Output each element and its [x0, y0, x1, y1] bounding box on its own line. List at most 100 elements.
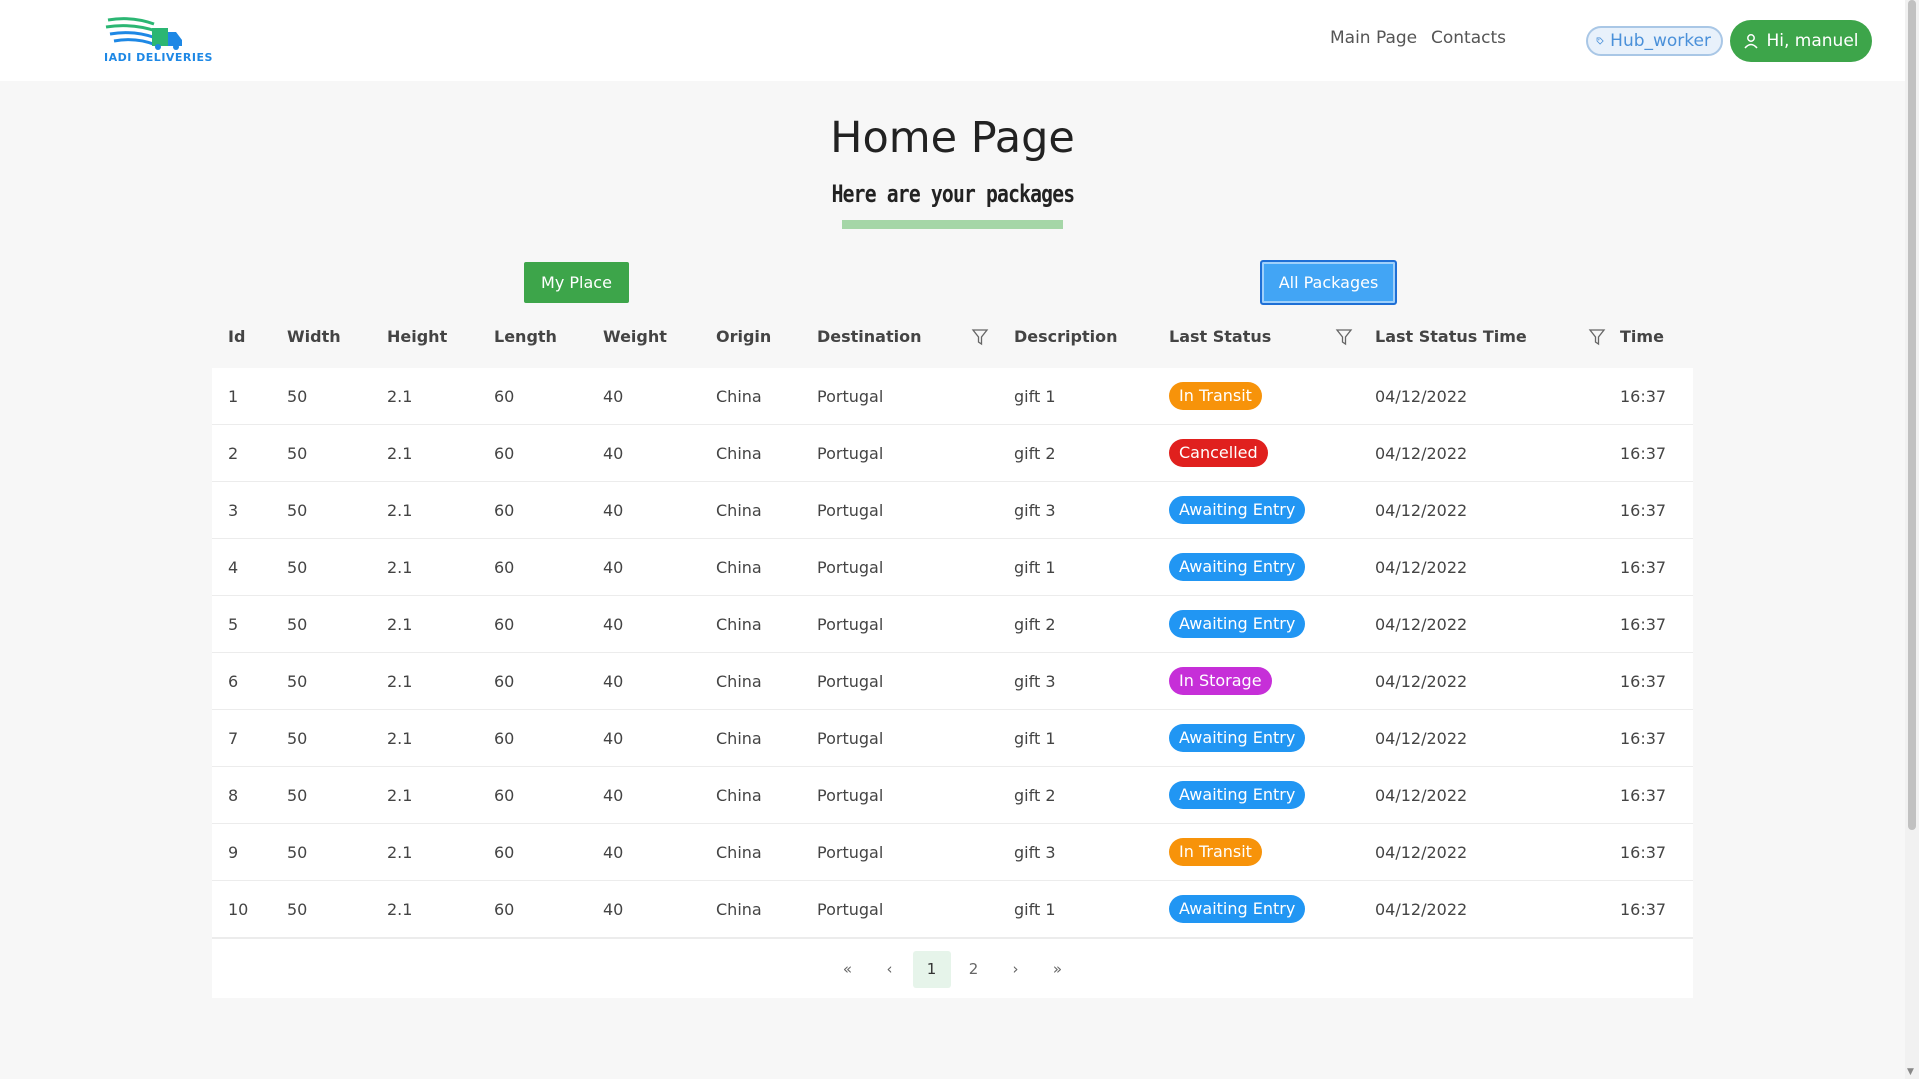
cell-origin: China [716, 652, 817, 710]
cell-id: 2 [212, 424, 287, 482]
cell-destination: Portugal [817, 424, 1014, 482]
status-badge: Awaiting Entry [1169, 724, 1306, 752]
cell-width: 50 [287, 368, 387, 425]
table-row[interactable]: 9 50 2.1 60 40 China Portugal gift 3 In Transit 0… [212, 823, 1693, 881]
scroll-down-icon[interactable]: ▼ [1907, 1067, 1914, 1077]
role-badge[interactable]: Hub_worker [1586, 26, 1723, 56]
table-row[interactable]: 4 50 2.1 60 40 China Portugal gift 1 Awaiting En… [212, 538, 1693, 596]
my-place-button[interactable]: My Place [524, 262, 629, 303]
table-row[interactable]: 3 50 2.1 60 40 China Portugal gift 3 Awaiting En… [212, 481, 1693, 539]
cell-status: Awaiting Entry [1169, 709, 1375, 767]
top-navbar: IADI DELIVERIES Main Page Contacts Hub_w… [0, 0, 1905, 81]
table-row[interactable]: 1 50 2.1 60 40 China Portugal gift 1 In Transit 0… [212, 368, 1693, 425]
cell-status: In Transit [1169, 368, 1375, 425]
cell-destination: Portugal [817, 481, 1014, 539]
table-row[interactable]: 6 50 2.1 60 40 China Portugal gift 3 In Storage 0… [212, 652, 1693, 710]
table-row[interactable]: 2 50 2.1 60 40 China Portugal gift 2 Cancelled 04… [212, 424, 1693, 482]
cell-time: 16:37 [1620, 481, 1693, 539]
page-1-button[interactable]: 1 [912, 950, 951, 988]
cell-status-time: 04/12/2022 [1375, 481, 1620, 539]
cell-status: Awaiting Entry [1169, 880, 1375, 938]
cell-weight: 40 [603, 481, 716, 539]
cell-status: Awaiting Entry [1169, 538, 1375, 596]
packages-table: Id Width Height Length Weight Origin Des… [212, 305, 1693, 938]
cell-height: 2.1 [387, 595, 494, 653]
cell-time: 16:37 [1620, 652, 1693, 710]
cell-description: gift 2 [1014, 424, 1169, 482]
cell-origin: China [716, 709, 817, 767]
first-page-icon[interactable]: « [829, 951, 867, 988]
packages-table-card: Id Width Height Length Weight Origin Des… [212, 305, 1693, 998]
cell-time: 16:37 [1620, 368, 1693, 425]
cell-description: gift 1 [1014, 538, 1169, 596]
scrollbar-thumb[interactable] [1908, 0, 1916, 830]
cell-id: 6 [212, 652, 287, 710]
destination-filter-icon[interactable] [971, 328, 989, 346]
cell-weight: 40 [603, 538, 716, 596]
table-row[interactable]: 7 50 2.1 60 40 China Portugal gift 1 Awaiting En… [212, 709, 1693, 767]
status-badge: Cancelled [1169, 439, 1268, 467]
user-menu-button[interactable]: Hi, manuel [1730, 20, 1872, 62]
cell-origin: China [716, 481, 817, 539]
cell-height: 2.1 [387, 709, 494, 767]
header-origin[interactable]: Origin [716, 305, 817, 368]
last-status-filter-icon[interactable] [1335, 328, 1353, 346]
pagination: « ‹ 1 2 › » [212, 938, 1693, 999]
header-weight[interactable]: Weight [603, 305, 716, 368]
header-description[interactable]: Description [1014, 305, 1169, 368]
header-length[interactable]: Length [494, 305, 603, 368]
cell-height: 2.1 [387, 538, 494, 596]
header-time[interactable]: Time [1620, 305, 1693, 368]
header-last-status-label[interactable]: Last Status [1169, 327, 1271, 346]
cell-status: Awaiting Entry [1169, 481, 1375, 539]
cell-destination: Portugal [817, 538, 1014, 596]
cell-width: 50 [287, 652, 387, 710]
cell-destination: Portugal [817, 652, 1014, 710]
table-body: 1 50 2.1 60 40 China Portugal gift 1 In Transit 0… [212, 368, 1693, 938]
all-packages-button[interactable]: All Packages [1260, 260, 1397, 305]
cell-status-time: 04/12/2022 [1375, 595, 1620, 653]
cell-width: 50 [287, 766, 387, 824]
last-status-time-filter-icon[interactable] [1588, 328, 1606, 346]
last-page-icon[interactable]: » [1039, 951, 1077, 988]
header-last-status: Last Status [1169, 305, 1375, 368]
table-row[interactable]: 10 50 2.1 60 40 China Portugal gift 1 Awaiting E… [212, 880, 1693, 938]
cell-origin: China [716, 595, 817, 653]
cell-description: gift 2 [1014, 766, 1169, 824]
page-title: Home Page [830, 113, 1075, 163]
cell-weight: 40 [603, 709, 716, 767]
header-last-status-time-label[interactable]: Last Status Time [1375, 327, 1527, 346]
prev-page-icon[interactable]: ‹ [871, 951, 909, 988]
cell-status: Awaiting Entry [1169, 766, 1375, 824]
next-page-icon[interactable]: › [997, 951, 1035, 988]
cell-destination: Portugal [817, 709, 1014, 767]
cell-status-time: 04/12/2022 [1375, 652, 1620, 710]
cell-height: 2.1 [387, 481, 494, 539]
header-destination-label[interactable]: Destination [817, 327, 922, 346]
cell-status: In Storage [1169, 652, 1375, 710]
cell-height: 2.1 [387, 368, 494, 425]
table-header-row: Id Width Height Length Weight Origin Des… [212, 305, 1693, 368]
cell-description: gift 1 [1014, 709, 1169, 767]
nav-main-page-link[interactable]: Main Page [1330, 28, 1417, 48]
table-row[interactable]: 8 50 2.1 60 40 China Portugal gift 2 Awaiting En… [212, 766, 1693, 824]
cell-time: 16:37 [1620, 709, 1693, 767]
cell-weight: 40 [603, 424, 716, 482]
cell-origin: China [716, 880, 817, 938]
page-2-button[interactable]: 2 [955, 951, 993, 988]
header-id[interactable]: Id [212, 305, 287, 368]
cell-width: 50 [287, 823, 387, 881]
cell-length: 60 [494, 652, 603, 710]
cell-status-time: 04/12/2022 [1375, 538, 1620, 596]
table-row[interactable]: 5 50 2.1 60 40 China Portugal gift 2 Awaiting En… [212, 595, 1693, 653]
cell-destination: Portugal [817, 880, 1014, 938]
nav-contacts-link[interactable]: Contacts [1431, 28, 1506, 48]
cell-destination: Portugal [817, 823, 1014, 881]
header-height[interactable]: Height [387, 305, 494, 368]
header-width[interactable]: Width [287, 305, 387, 368]
role-badge-label: Hub_worker [1610, 31, 1711, 51]
page-scrollbar[interactable]: ▼ [1905, 0, 1919, 1079]
page-subtitle: Here are your packages [831, 180, 1074, 208]
cell-status-time: 04/12/2022 [1375, 766, 1620, 824]
header-last-status-time: Last Status Time [1375, 305, 1620, 368]
